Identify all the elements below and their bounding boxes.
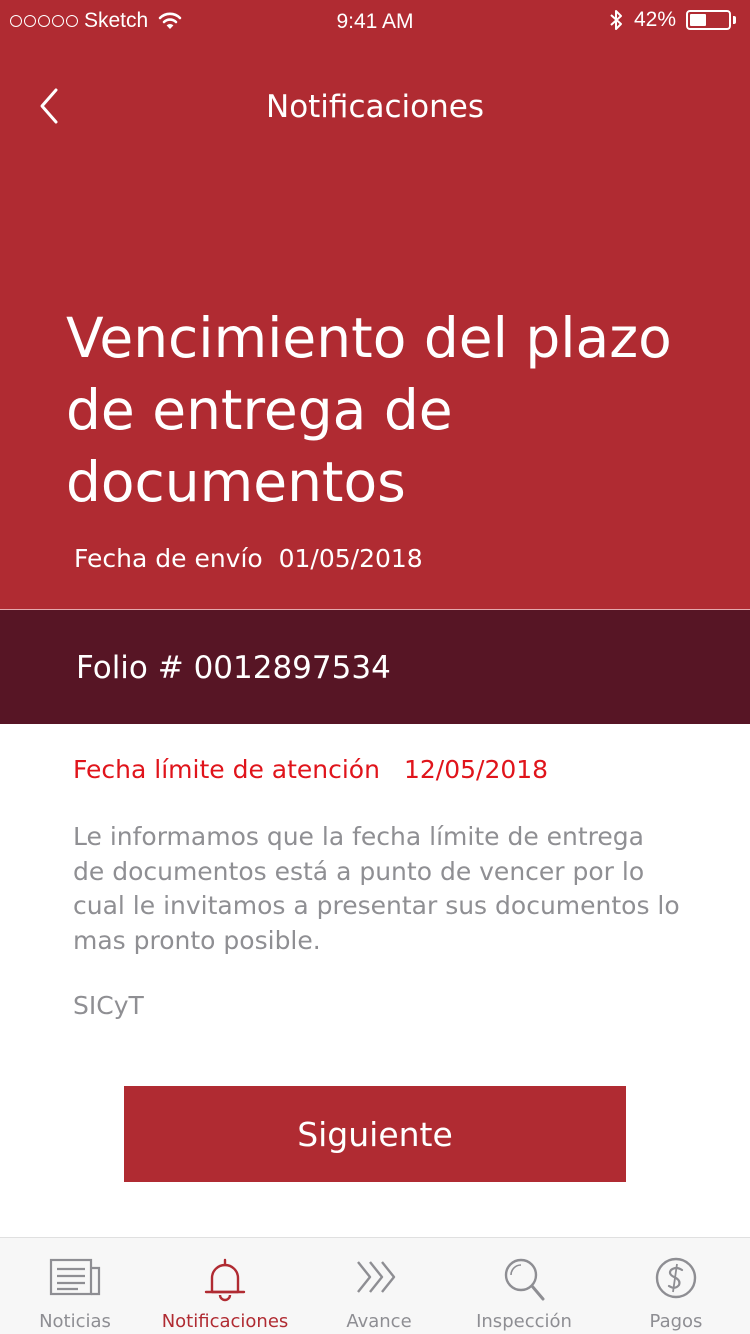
deadline-date: 12/05/2018 (404, 755, 549, 784)
tab-label: Avance (346, 1311, 412, 1332)
tab-noticias[interactable]: Noticias (25, 1238, 125, 1334)
newspaper-icon (49, 1258, 101, 1296)
sent-date-row: Fecha de envío 01/05/2018 (74, 544, 423, 573)
bell-icon (204, 1258, 246, 1302)
sent-date-label: Fecha de envío (74, 544, 263, 573)
folio-bar: Folio # 0012897534 (0, 610, 750, 724)
sent-date-value: 01/05/2018 (278, 544, 423, 573)
triple-chevron-right-icon (357, 1261, 396, 1293)
page-title: Notificaciones (266, 89, 484, 125)
tab-bar: Noticias Notificaciones Avance Inspecció… (0, 1237, 750, 1334)
tab-label: Pagos (649, 1311, 703, 1332)
battery-percent: 42% (633, 8, 676, 31)
tab-label: Inspección (476, 1311, 572, 1332)
tab-notificaciones[interactable]: Notificaciones (160, 1238, 290, 1334)
tab-label: Notificaciones (161, 1311, 289, 1332)
battery-icon (686, 9, 736, 31)
status-right: 42% (608, 8, 736, 32)
tab-inspeccion[interactable]: Inspección (469, 1238, 579, 1334)
tab-avance[interactable]: Avance (329, 1238, 429, 1334)
next-button[interactable]: Siguiente (124, 1086, 626, 1182)
tab-label: Noticias (39, 1311, 111, 1332)
notification-header: Sketch 9:41 AM 42% Notificaciones Vencim… (0, 0, 750, 609)
dollar-coin-icon (655, 1257, 697, 1299)
notification-signature: SICyT (73, 991, 144, 1020)
status-bar: Sketch 9:41 AM 42% (0, 0, 750, 40)
folio-number: Folio # 0012897534 (76, 650, 391, 686)
notification-title: Vencimiento del plazo de entrega de docu… (66, 306, 672, 514)
notification-message: Le informamos que la fecha límite de ent… (73, 822, 680, 955)
deadline-label: Fecha límite de atención (73, 755, 380, 784)
magnifier-icon (504, 1258, 545, 1301)
bluetooth-icon (610, 10, 622, 30)
tab-pagos[interactable]: Pagos (626, 1238, 726, 1334)
